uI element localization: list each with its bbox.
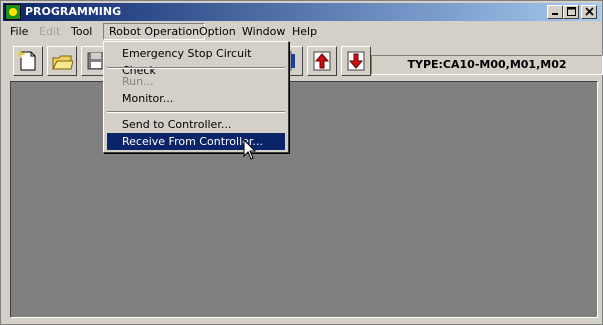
menu-edit[interactable]: Edit [34, 24, 65, 39]
app-icon[interactable] [5, 4, 21, 20]
maximize-icon [566, 7, 576, 16]
new-document-icon [18, 50, 36, 71]
open-file-button[interactable] [47, 46, 77, 76]
menu-robot-operation[interactable]: Robot Operation [103, 23, 206, 40]
menu-option[interactable]: Option [194, 24, 241, 39]
toolbar: TYPE:CA10-M00,M01,M02 [3, 43, 603, 81]
workspace-area[interactable] [10, 81, 598, 318]
menu-item-monitor[interactable]: Monitor... [107, 90, 285, 107]
menu-tool[interactable]: Tool [66, 24, 97, 39]
mouse-pointer-icon [243, 139, 257, 160]
title-bar[interactable]: PROGRAMMING [3, 3, 601, 21]
menu-separator [107, 67, 285, 69]
minimize-icon [552, 13, 558, 15]
menu-bar: File Edit Tool Robot Operation Option Wi… [3, 22, 601, 41]
main-window: PROGRAMMING File Edit Tool Robot Operati… [0, 0, 603, 325]
menu-item-run[interactable]: Run... [107, 73, 285, 90]
robot-operation-dropdown: Emergency Stop Circuit Check Run... Moni… [103, 41, 289, 153]
new-document-button[interactable] [13, 46, 43, 76]
minimize-button[interactable] [547, 5, 563, 19]
close-icon [584, 7, 594, 16]
menu-help[interactable]: Help [287, 24, 322, 39]
download-button[interactable] [341, 46, 371, 76]
open-folder-icon [52, 55, 73, 70]
close-button[interactable] [581, 5, 597, 19]
window-title: PROGRAMMING [25, 5, 122, 18]
upload-button[interactable] [307, 46, 337, 76]
menu-window[interactable]: Window [237, 24, 290, 39]
menu-item-emergency-stop-circuit-check[interactable]: Emergency Stop Circuit Check [107, 45, 285, 77]
menu-item-send-to-controller[interactable]: Send to Controller... [107, 116, 285, 133]
menu-item-receive-from-controller[interactable]: Receive From Controller... [107, 133, 285, 150]
controller-type-label: TYPE:CA10-M00,M01,M02 [371, 55, 603, 75]
download-icon [347, 51, 365, 71]
maximize-button[interactable] [563, 5, 579, 19]
upload-icon [313, 51, 331, 71]
menu-file[interactable]: File [5, 24, 33, 39]
menu-separator [107, 111, 285, 113]
